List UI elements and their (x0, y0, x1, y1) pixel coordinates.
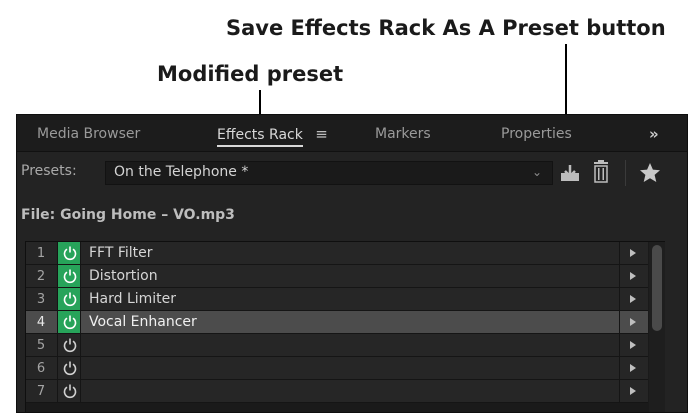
expand-arrow-icon[interactable] (619, 357, 648, 379)
effect-slot-3[interactable]: 3 Hard Limiter (26, 288, 648, 311)
toolbar-divider (625, 160, 626, 186)
save-preset-button[interactable] (557, 160, 583, 186)
delete-preset-button[interactable] (590, 159, 612, 187)
tab-overflow-chevron-icon[interactable]: » (649, 115, 659, 151)
slot-number: 1 (36, 246, 46, 261)
effect-slot-4[interactable]: 4 Vocal Enhancer (26, 311, 648, 334)
expand-arrow-icon[interactable] (619, 334, 648, 356)
favorite-button[interactable] (637, 160, 663, 186)
slot-number: 7 (36, 384, 46, 399)
effect-name: Distortion (89, 268, 158, 284)
slot-number: 2 (36, 269, 46, 284)
expand-arrow-icon[interactable] (619, 311, 648, 333)
presets-selected-value: On the Telephone * (114, 164, 249, 180)
power-off-icon[interactable] (57, 334, 81, 356)
expand-arrow-icon[interactable] (619, 380, 648, 402)
slot-number: 6 (36, 361, 46, 376)
power-on-icon[interactable] (57, 242, 81, 264)
slot-number: 3 (36, 292, 46, 307)
tab-properties-label: Properties (501, 126, 572, 142)
tab-properties[interactable]: Properties (501, 115, 572, 151)
tab-effects-rack[interactable]: Effects Rack ≡ (217, 115, 328, 151)
effect-slot-2[interactable]: 2 Distortion (26, 265, 648, 288)
slot-number: 5 (36, 338, 46, 353)
tab-effects-rack-label: Effects Rack (217, 127, 303, 147)
panel-tab-bar: Media Browser Effects Rack ≡ Markers Pro… (17, 115, 687, 152)
effect-slot-7[interactable]: 7 (26, 380, 648, 403)
favorite-star-icon (640, 163, 660, 182)
presets-label: Presets: (21, 163, 77, 179)
effect-slot-6[interactable]: 6 (26, 357, 648, 380)
effect-slot-1[interactable]: 1 FFT Filter (26, 242, 648, 265)
tab-markers[interactable]: Markers (375, 115, 431, 151)
save-preset-callout: Save Effects Rack As A Preset button (226, 16, 666, 40)
effects-rack-list: 1 FFT Filter 2 Distortion 3 Hard Limiter… (25, 241, 665, 412)
hamburger-menu-icon[interactable]: ≡ (315, 125, 328, 143)
save-preset-icon (561, 165, 579, 181)
expand-arrow-icon[interactable] (619, 265, 648, 287)
presets-dropdown[interactable]: On the Telephone * ⌄ (105, 161, 553, 185)
effect-name: FFT Filter (89, 245, 153, 261)
slot-number: 4 (36, 315, 46, 330)
effect-name: Vocal Enhancer (89, 314, 197, 330)
effect-name: Hard Limiter (89, 291, 177, 307)
tab-markers-label: Markers (375, 126, 431, 142)
trash-icon (594, 160, 608, 183)
file-name-label: File: Going Home – VO.mp3 (21, 207, 235, 223)
tab-media-browser-label: Media Browser (37, 126, 141, 142)
power-on-icon[interactable] (57, 265, 81, 287)
expand-arrow-icon[interactable] (619, 242, 648, 264)
rack-scrollbar[interactable] (649, 242, 665, 412)
modified-preset-callout: Modified preset (157, 62, 344, 86)
scrollbar-thumb[interactable] (652, 245, 662, 331)
expand-arrow-icon[interactable] (619, 288, 648, 310)
power-on-icon[interactable] (57, 288, 81, 310)
power-off-icon[interactable] (57, 357, 81, 379)
effect-slot-5[interactable]: 5 (26, 334, 648, 357)
chevron-down-icon: ⌄ (531, 165, 542, 179)
power-off-icon[interactable] (57, 380, 81, 402)
tab-media-browser[interactable]: Media Browser (37, 115, 140, 151)
effects-rack-panel: Media Browser Effects Rack ≡ Markers Pro… (16, 114, 688, 413)
power-on-icon[interactable] (57, 311, 81, 333)
